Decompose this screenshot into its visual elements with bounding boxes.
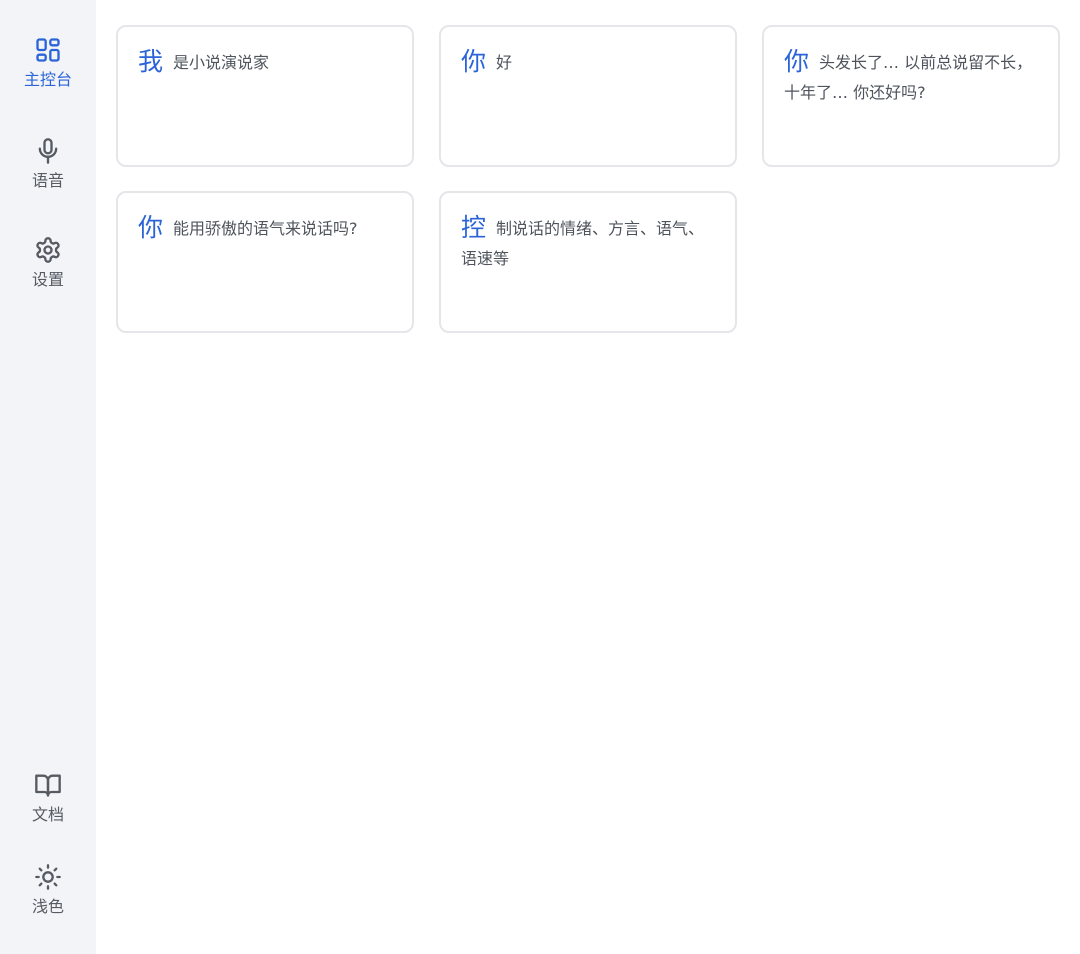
sidebar-item-docs[interactable]: 文档 [0, 771, 96, 825]
sidebar-item-label: 浅色 [31, 897, 64, 916]
book-icon [34, 771, 62, 799]
prompt-card-body: 好 [496, 53, 513, 72]
prompt-card-body: 制说话的情绪、方言、语气、语速等 [461, 219, 705, 268]
microphone-icon [34, 137, 62, 165]
prompt-card-text: 你头发长了… 以前总说留不长，十年了… 你还好吗? [784, 47, 1038, 108]
prompt-card-text: 控制说话的情绪、方言、语气、语速等 [461, 213, 715, 274]
sidebar-item-dashboard[interactable]: 主控台 [0, 36, 96, 90]
prompt-card[interactable]: 控制说话的情绪、方言、语气、语速等 [439, 191, 737, 333]
sidebar: 主控台 语音 设置 文档 浅色 [0, 0, 96, 954]
prompt-card-text: 你能用骄傲的语气来说话吗? [138, 213, 392, 244]
sidebar-item-label: 文档 [31, 805, 64, 824]
prompt-card[interactable]: 你好 [439, 25, 737, 167]
sidebar-item-label: 语音 [31, 171, 64, 190]
prompt-card-text: 我是小说演说家 [138, 47, 392, 78]
prompt-card-text: 你好 [461, 47, 715, 78]
prompt-card-lead: 你 [461, 47, 487, 76]
prompt-card-lead: 控 [461, 213, 487, 242]
sun-icon [34, 863, 62, 891]
sidebar-item-settings[interactable]: 设置 [0, 236, 96, 290]
prompt-card-lead: 你 [784, 47, 810, 76]
sidebar-item-label: 主控台 [23, 70, 72, 89]
prompt-card-body: 是小说演说家 [173, 53, 270, 72]
prompt-card-lead: 我 [138, 47, 164, 76]
sidebar-item-voice[interactable]: 语音 [0, 137, 96, 191]
prompt-card[interactable]: 你头发长了… 以前总说留不长，十年了… 你还好吗? [762, 25, 1060, 167]
dashboard-grid-icon [34, 36, 62, 64]
prompt-card-lead: 你 [138, 213, 164, 242]
gear-icon [34, 236, 62, 264]
app-root: 主控台 语音 设置 文档 浅色 我 是小说演说家 你 好 你 头发长了… 以前总… [0, 0, 1080, 954]
prompt-card[interactable]: 你能用骄傲的语气来说话吗? [116, 191, 414, 333]
prompt-card-body: 头发长了… 以前总说留不长，十年了… 你还好吗? [784, 53, 1033, 102]
prompt-card-body: 能用骄傲的语气来说话吗? [173, 219, 358, 238]
sidebar-item-theme[interactable]: 浅色 [0, 863, 96, 917]
sidebar-item-label: 设置 [31, 270, 64, 289]
prompt-card[interactable]: 我是小说演说家 [116, 25, 414, 167]
